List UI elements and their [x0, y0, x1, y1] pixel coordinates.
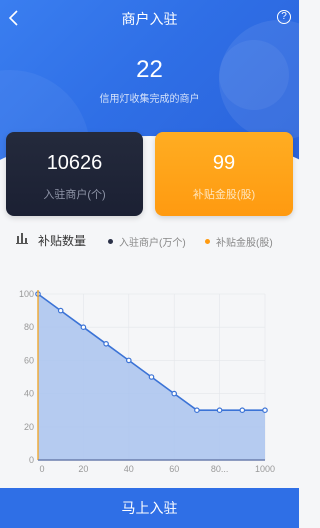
subsidy-value: 99	[212, 152, 236, 174]
subsidy-card: 99 补贴金股(股)	[155, 132, 293, 216]
y-tick-label: 100	[19, 289, 34, 299]
y-tick-label: 20	[24, 422, 34, 432]
x-tick-label: 20	[78, 464, 88, 474]
legend-title: 补贴数量	[38, 234, 87, 248]
navbar: 商户入驻 ?	[0, 0, 299, 36]
y-tick-label: 40	[24, 389, 34, 399]
legend-label: 补贴金股(股)	[216, 238, 273, 249]
data-point	[80, 324, 87, 331]
legend-item-subsidy: 补贴金股(股)	[205, 234, 273, 249]
y-tick-label: 60	[24, 355, 34, 365]
merchants-card: 10626 入驻商户(个)	[6, 132, 143, 216]
subsidy-label: 补贴金股(股)	[192, 189, 256, 201]
x-tick-label: 40	[124, 464, 134, 474]
legend-dot	[108, 239, 113, 244]
join-now-button[interactable]: 马上入驻	[0, 488, 299, 528]
legend-label: 入驻商户(万个)	[119, 238, 186, 249]
collected-merchant-caption: 信用灯收集完成的商户	[99, 94, 200, 105]
bar-chart-icon	[16, 233, 28, 244]
data-point	[126, 357, 132, 364]
data-point	[103, 340, 109, 347]
question-circle-icon[interactable]: ?	[277, 10, 291, 24]
y-tick-label: 0	[29, 455, 34, 465]
page-title: 商户入驻	[121, 11, 178, 27]
chart-legend: 补贴数量 入驻商户(万个) 补贴金股(股)	[0, 228, 299, 250]
collected-merchant-count: 22	[136, 56, 163, 83]
x-tick-label: 1000	[255, 464, 275, 474]
data-point	[171, 390, 178, 397]
data-point	[194, 407, 200, 414]
merchants-value: 10626	[46, 152, 103, 174]
merchants-label: 入驻商户(个)	[43, 189, 106, 201]
data-point	[57, 307, 64, 314]
x-tick-label: 0	[39, 464, 44, 474]
subsidy-chart: 0204060801000 20 40 60 80... 1000	[19, 289, 275, 474]
data-point	[148, 374, 155, 380]
legend-dot	[205, 239, 210, 244]
x-tick-label: 80...	[211, 464, 229, 474]
legend-item-merchants: 入驻商户(万个)	[108, 234, 186, 249]
x-tick-label: 60	[169, 464, 179, 474]
y-tick-label: 80	[24, 322, 34, 332]
data-point	[216, 407, 223, 414]
data-point	[262, 407, 268, 414]
data-point	[239, 407, 246, 414]
